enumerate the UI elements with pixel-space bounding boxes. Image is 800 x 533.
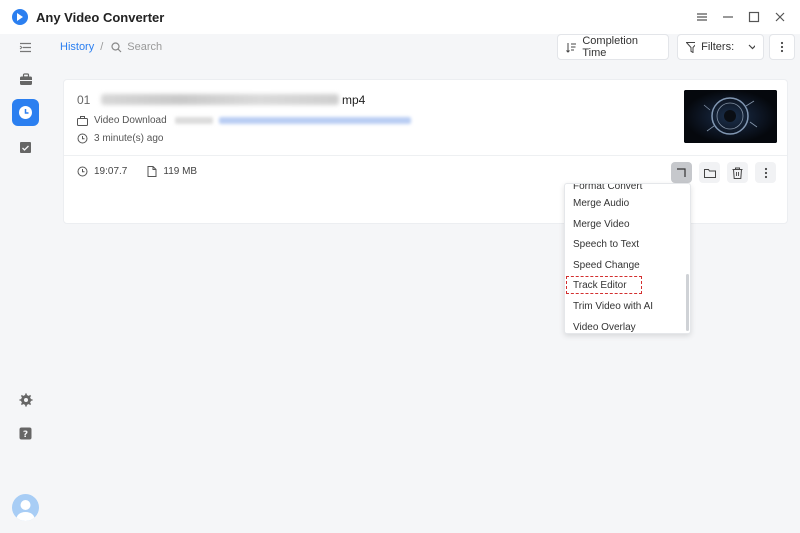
- file-extension: mp4: [342, 93, 366, 107]
- sort-icon: [566, 42, 577, 53]
- help-icon[interactable]: ?: [12, 420, 39, 447]
- delete-button[interactable]: [727, 162, 748, 183]
- file-info-row: 19:07.7 119 MB: [77, 166, 197, 177]
- sort-completion-time-button[interactable]: Completion Time: [557, 34, 669, 60]
- menu-item-track-editor[interactable]: Track Editor: [565, 275, 643, 295]
- breadcrumb: History /: [60, 41, 208, 53]
- menu-item-merge-audio[interactable]: Merge Audio: [565, 193, 688, 213]
- duration-icon: [77, 166, 88, 177]
- app-logo-icon: [12, 9, 28, 25]
- sidebar-item-toolbox[interactable]: [12, 66, 39, 93]
- search-icon: [111, 41, 122, 52]
- tools-menu-button[interactable]: [671, 162, 692, 183]
- toolbox-icon: [19, 73, 32, 85]
- file-icon: [147, 166, 157, 177]
- duration-value: 19:07.7: [94, 166, 128, 177]
- more-vertical-icon: [764, 167, 767, 178]
- file-size-value: 119 MB: [163, 166, 198, 177]
- menu-scrollbar[interactable]: [686, 274, 689, 331]
- sidebar: ?: [0, 34, 50, 533]
- svg-text:?: ?: [23, 430, 28, 440]
- breadcrumb-history-link[interactable]: History: [60, 41, 94, 53]
- tools-corner-icon: [677, 168, 686, 177]
- source-label: Video Download: [94, 115, 167, 126]
- blurred-source-name: [174, 117, 213, 124]
- time-ago: 3 minute(s) ago: [94, 133, 164, 144]
- filters-dropdown[interactable]: Filters:: [677, 34, 764, 60]
- menu-item-trim-video-with-ai[interactable]: Trim Video with AI: [565, 296, 688, 316]
- more-vertical-icon: [780, 41, 784, 53]
- sidebar-collapse-icon[interactable]: [12, 34, 39, 61]
- tools-dropdown-menu: Format Convert Merge Audio Merge Video S…: [564, 183, 691, 334]
- title-bar: Any Video Converter: [0, 0, 800, 34]
- video-thumbnail[interactable]: [684, 90, 777, 143]
- menu-icon[interactable]: [692, 8, 712, 26]
- settings-icon[interactable]: [12, 386, 39, 413]
- search-input[interactable]: [127, 41, 208, 53]
- blurred-source-url[interactable]: [218, 117, 411, 124]
- avatar[interactable]: [12, 494, 39, 521]
- card-divider: [64, 155, 787, 156]
- clock-icon: [19, 106, 32, 119]
- sidebar-item-tasks[interactable]: [12, 134, 39, 161]
- open-folder-button[interactable]: [699, 162, 720, 183]
- more-options-button[interactable]: [769, 34, 795, 60]
- chevron-down-icon: [748, 44, 755, 50]
- history-clock-icon: [77, 133, 88, 144]
- menu-item-video-overlay[interactable]: Video Overlay: [565, 317, 688, 333]
- time-row: 3 minute(s) ago: [77, 133, 163, 144]
- task-check-icon: [20, 142, 31, 153]
- toolbar: History / Completion Time Filters:: [50, 34, 800, 78]
- item-more-button[interactable]: [755, 162, 776, 183]
- folder-icon: [703, 168, 716, 178]
- breadcrumb-separator: /: [100, 41, 104, 53]
- menu-item-speed-change[interactable]: Speed Change: [565, 255, 688, 275]
- app-title: Any Video Converter: [36, 9, 165, 25]
- filters-label: Filters:: [701, 41, 735, 53]
- menu-item-merge-video[interactable]: Merge Video: [565, 214, 688, 234]
- minimize-icon[interactable]: [718, 8, 738, 26]
- blurred-file-name: [101, 94, 339, 105]
- briefcase-icon: [77, 115, 88, 126]
- sidebar-item-history[interactable]: [12, 99, 39, 126]
- maximize-icon[interactable]: [744, 8, 764, 26]
- item-index: 01: [77, 93, 91, 107]
- trash-icon: [732, 167, 743, 179]
- filter-icon: [686, 41, 696, 53]
- menu-item-speech-to-text[interactable]: Speech to Text: [565, 234, 688, 254]
- close-icon[interactable]: [770, 8, 790, 26]
- search-box[interactable]: [111, 41, 208, 53]
- sort-label: Completion Time: [582, 35, 638, 59]
- source-row: Video Download: [77, 115, 411, 126]
